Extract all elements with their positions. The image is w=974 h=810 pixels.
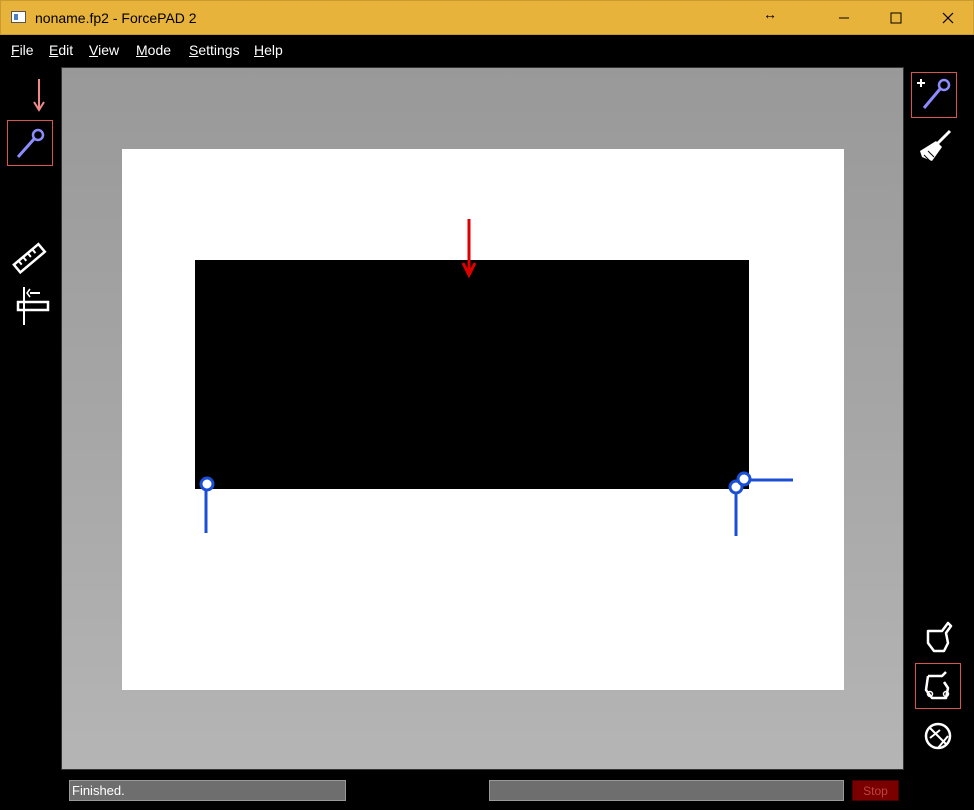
support-constraint-left[interactable] (199, 476, 215, 533)
menu-mode-mnemonic: M (136, 42, 148, 58)
deformed-shape-icon (924, 671, 950, 700)
applied-force-arrow[interactable] (461, 219, 477, 279)
status-message: Finished. (69, 780, 346, 801)
menu-view-label: iew (98, 42, 120, 58)
clear-tool[interactable] (911, 124, 957, 170)
app-icon (11, 11, 26, 23)
menu-help-mnemonic: H (254, 42, 265, 58)
support-constraint-right[interactable] (728, 471, 793, 536)
workspace[interactable] (61, 67, 904, 770)
resize-arrows-icon: ↔ (763, 6, 777, 22)
deformed-shape-tool[interactable] (915, 663, 961, 709)
menu-help-label: elp (264, 42, 283, 58)
stress-flow-icon (924, 722, 952, 750)
window-title: noname.fp2 - ForcePAD 2 (35, 10, 197, 26)
menu-file-mnemonic: F (11, 42, 20, 58)
load-dimension-icon (16, 287, 50, 325)
menu-view-mnemonic: V (89, 42, 99, 58)
title-bar[interactable]: noname.fp2 - ForcePAD 2 ↔ (0, 0, 974, 35)
force-tool[interactable] (8, 72, 54, 118)
ruler-icon (12, 242, 47, 275)
menu-mode-label: ode (147, 42, 172, 58)
menu-settings[interactable]: Settings (189, 42, 240, 58)
broom-icon (920, 129, 952, 162)
load-dimension-tool[interactable] (7, 284, 53, 330)
drawing-canvas[interactable] (122, 149, 844, 690)
menu-bar: File Edit View Mode Settings Help (0, 35, 974, 65)
stress-flow-tool[interactable] (915, 713, 961, 759)
menu-settings-label: ettings (198, 42, 240, 58)
maximize-button[interactable] (873, 1, 919, 35)
menu-settings-mnemonic: S (189, 42, 199, 58)
progress-bar (489, 780, 844, 801)
menu-mode[interactable]: Mode (136, 42, 171, 58)
force-arrow-icon (33, 79, 45, 112)
stop-button[interactable]: Stop (852, 780, 899, 801)
add-constraint-tool[interactable] (911, 72, 957, 118)
menu-help[interactable]: Help (254, 42, 283, 58)
model-drawing (195, 219, 793, 536)
menu-edit-label: dit (58, 42, 74, 58)
menu-edit-mnemonic: E (49, 42, 59, 58)
minimize-icon (839, 17, 849, 19)
close-button[interactable] (925, 1, 971, 35)
constraint-tool[interactable] (7, 120, 53, 166)
minimize-button[interactable] (821, 1, 867, 35)
close-icon (942, 12, 954, 24)
material-region[interactable] (195, 260, 749, 489)
menu-file[interactable]: File (11, 42, 34, 58)
measure-tool[interactable] (7, 236, 53, 282)
result-shape-icon (926, 621, 953, 653)
add-constraint-icon (917, 78, 951, 109)
menu-view[interactable]: View (89, 42, 119, 58)
result-shape-tool[interactable] (915, 614, 961, 660)
menu-edit[interactable]: Edit (49, 42, 73, 58)
constraint-pin-icon (16, 128, 45, 158)
menu-file-label: ile (19, 42, 34, 58)
maximize-icon (890, 12, 902, 24)
